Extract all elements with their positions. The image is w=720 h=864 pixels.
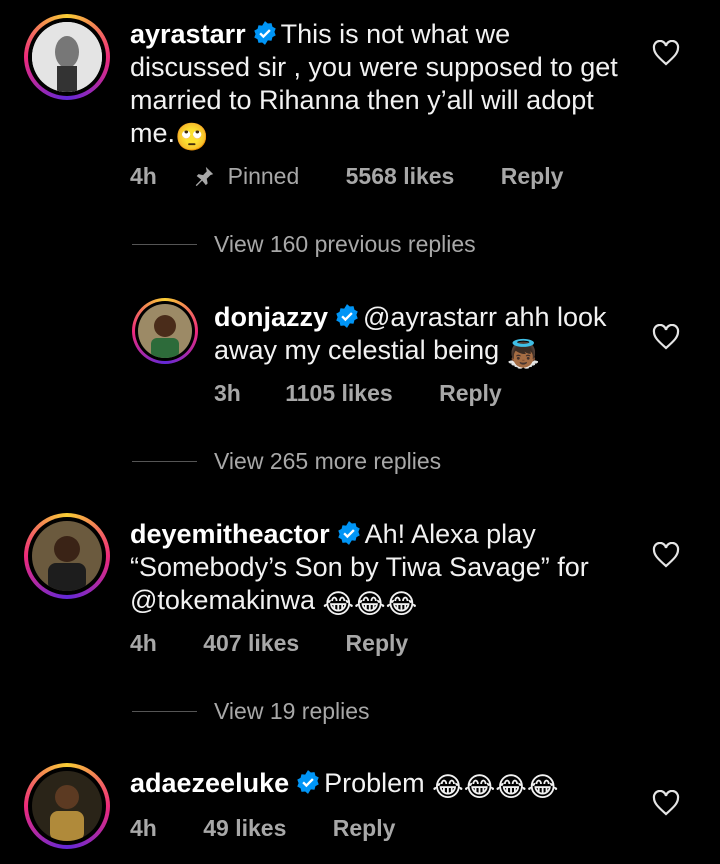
like-heart-icon[interactable] [652, 542, 680, 568]
likes-count[interactable]: 5568 likes [346, 163, 455, 190]
emoji: 😂😂😂😂 [432, 772, 559, 802]
username[interactable]: ayrastarr [130, 19, 246, 49]
reply-button[interactable]: Reply [439, 380, 502, 407]
view-replies-link[interactable]: View 19 replies [214, 698, 370, 725]
verified-badge-icon [336, 304, 358, 328]
pin-icon [193, 163, 215, 190]
emoji: 👼🏾 [506, 339, 541, 369]
reply-button[interactable]: Reply [346, 630, 409, 657]
view-more-replies-link[interactable]: View 265 more replies [214, 448, 441, 475]
likes-count[interactable]: 1105 likes [285, 380, 392, 407]
reply-button[interactable]: Reply [501, 163, 564, 190]
comment-ayrastarr: ayrastarr This is not what we discussed s… [0, 0, 720, 200]
thread-divider [132, 711, 197, 712]
reply-button[interactable]: Reply [333, 815, 396, 842]
mention-link[interactable]: @tokemakinwa [130, 585, 315, 615]
verified-badge-icon [253, 21, 276, 45]
avatar-donjazzy[interactable] [132, 298, 198, 364]
comment-text-line2: “Somebody’s Son by Tiwa Savage” for [130, 552, 589, 582]
reply-donjazzy: donjazzy @ayrastarr ahh look away my cele… [0, 290, 720, 420]
comment-time: 4h [130, 815, 157, 841]
likes-count[interactable]: 407 likes [203, 630, 299, 657]
comment-deyemitheactor: deyemitheactor Ah! Alexa play “Somebody’s… [0, 505, 720, 665]
comment-time: 3h [214, 380, 241, 406]
comment-text-line1: Ah! Alexa play [364, 519, 536, 549]
thread-divider [132, 461, 197, 462]
avatar-adaezeeluke[interactable] [24, 763, 110, 849]
pinned-label: Pinned [227, 163, 300, 189]
verified-badge-icon [297, 770, 319, 794]
like-heart-icon[interactable] [652, 790, 680, 816]
username[interactable]: donjazzy [214, 302, 328, 332]
comment-adaezeeluke: adaezeeluke Problem 😂😂😂😂 4h 49 likes Repl… [0, 755, 720, 864]
avatar-deyemitheactor[interactable] [24, 513, 110, 599]
comment-text: Problem [324, 768, 425, 798]
emoji: 🙄 [175, 122, 209, 152]
thread-divider [132, 244, 197, 245]
like-heart-icon[interactable] [652, 40, 680, 66]
username[interactable]: deyemitheactor [130, 519, 330, 549]
username[interactable]: adaezeeluke [130, 768, 289, 798]
view-previous-replies-link[interactable]: View 160 previous replies [214, 231, 476, 258]
comment-time: 4h [130, 163, 157, 189]
like-heart-icon[interactable] [652, 324, 680, 350]
likes-count[interactable]: 49 likes [203, 815, 286, 842]
emoji: 😂😂😂 [322, 589, 418, 619]
comment-time: 4h [130, 630, 157, 656]
verified-badge-icon [337, 521, 360, 545]
avatar-ayrastarr[interactable] [24, 14, 110, 100]
